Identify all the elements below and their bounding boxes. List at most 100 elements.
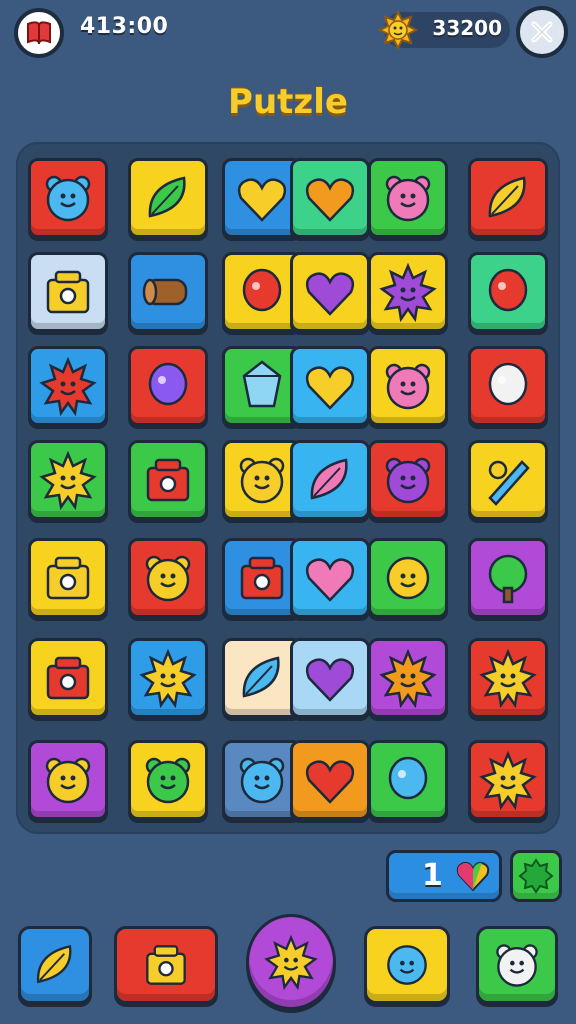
purple-bear-icon xyxy=(385,457,431,504)
board-tile[interactable] xyxy=(290,252,370,332)
red-gift-icon xyxy=(146,458,190,502)
sun-button[interactable] xyxy=(246,914,336,1010)
board-tile[interactable] xyxy=(128,740,208,820)
book-button[interactable] xyxy=(14,8,64,58)
board-tile[interactable] xyxy=(468,638,548,718)
purple-heart-icon xyxy=(305,658,355,702)
board-tile[interactable] xyxy=(128,538,208,618)
red-sun-face-icon xyxy=(39,356,97,416)
creature-button[interactable] xyxy=(476,926,558,1004)
board-tile[interactable] xyxy=(368,158,448,238)
board-tile[interactable] xyxy=(368,538,448,618)
orange-heart-icon xyxy=(305,178,355,222)
top-bar: 413:00 33200 xyxy=(0,0,576,64)
heart-count: 1 xyxy=(422,858,443,893)
rainbow-heart-icon xyxy=(456,861,490,892)
yellow-sun-face-icon xyxy=(139,648,197,708)
blue-face-icon xyxy=(387,945,427,985)
feather-button[interactable] xyxy=(18,926,92,1004)
blue-feather-icon xyxy=(242,656,280,698)
toy-house-icon xyxy=(46,556,90,600)
board-tile[interactable] xyxy=(290,538,370,618)
board-tile[interactable] xyxy=(468,158,548,238)
home-button[interactable] xyxy=(114,926,218,1004)
yellow-critter-icon xyxy=(239,457,285,504)
score-right: 33200 xyxy=(432,16,502,40)
wooden-log-icon xyxy=(142,278,188,306)
board-tile[interactable] xyxy=(290,158,370,238)
board-tile[interactable] xyxy=(368,440,448,520)
sun-face-icon xyxy=(264,934,318,990)
board-tile[interactable] xyxy=(290,740,370,820)
orange-sun-face-icon xyxy=(379,648,437,708)
red-box-icon xyxy=(46,656,90,700)
yellow-sun-face-icon xyxy=(479,750,537,810)
score-left: 413:00 xyxy=(80,14,169,39)
house-icon xyxy=(146,945,186,985)
board-tile[interactable] xyxy=(290,346,370,426)
green-gear-icon xyxy=(518,858,554,894)
blue-fuzzy-creature-icon xyxy=(45,175,91,222)
red-blob-eye-icon xyxy=(488,268,528,312)
blue-comet-icon xyxy=(388,756,428,800)
yellow-heart-icon xyxy=(305,366,355,410)
red-box-icon xyxy=(240,556,284,600)
board-tile[interactable] xyxy=(128,440,208,520)
board-tile[interactable] xyxy=(28,740,108,820)
pink-elephant-icon xyxy=(385,175,431,222)
board-tile[interactable] xyxy=(28,346,108,426)
white-creature-icon xyxy=(496,944,538,987)
pink-leaf-icon xyxy=(310,458,348,500)
board-tile[interactable] xyxy=(290,440,370,520)
blue-crystal-icon xyxy=(242,360,282,408)
green-tree-icon xyxy=(488,554,528,604)
board-tile[interactable] xyxy=(468,346,548,426)
green-bear-icon xyxy=(145,757,191,804)
board-tile[interactable] xyxy=(128,158,208,238)
camera-box-icon xyxy=(46,270,90,314)
face-button[interactable] xyxy=(364,926,450,1004)
pink-bear-icon xyxy=(385,363,431,410)
board-tile[interactable] xyxy=(128,638,208,718)
red-book-icon xyxy=(27,21,51,45)
yellow-smiley-icon xyxy=(386,556,430,600)
yellow-sun-face-icon xyxy=(479,648,537,708)
board-tile[interactable] xyxy=(368,252,448,332)
board-tile[interactable] xyxy=(290,638,370,718)
sun-wand-icon xyxy=(39,450,97,510)
board-tile[interactable] xyxy=(368,346,448,426)
purple-sun-face-icon xyxy=(379,262,437,322)
board-tile[interactable] xyxy=(28,158,108,238)
board-tile[interactable] xyxy=(28,440,108,520)
white-shell-icon xyxy=(488,362,528,406)
board-tile[interactable] xyxy=(28,538,108,618)
close-icon xyxy=(531,21,553,43)
gear-button[interactable] xyxy=(510,850,562,902)
board-tile[interactable] xyxy=(28,252,108,332)
blue-cat-icon xyxy=(239,757,285,804)
board-tile[interactable] xyxy=(128,346,208,426)
board-tile[interactable] xyxy=(468,538,548,618)
feather-star-icon xyxy=(37,944,72,984)
yellow-leaf-icon xyxy=(488,176,526,218)
rainbow-blob-icon xyxy=(148,362,188,406)
board-tile[interactable] xyxy=(468,440,548,520)
green-leaf-icon xyxy=(148,176,186,218)
red-balloon-icon xyxy=(242,268,282,312)
red-heart-icon xyxy=(305,760,355,804)
heart-check-icon xyxy=(237,178,287,222)
gold-sun-coin-icon xyxy=(378,10,418,50)
close-button[interactable] xyxy=(516,6,568,58)
board-tile[interactable] xyxy=(468,740,548,820)
board-tile[interactable] xyxy=(28,638,108,718)
board-tile[interactable] xyxy=(368,638,448,718)
board-tile[interactable] xyxy=(368,740,448,820)
yellow-bear-icon xyxy=(45,757,91,804)
purple-heart-icon xyxy=(305,272,355,316)
board-tile[interactable] xyxy=(468,252,548,332)
game-title: Putzle xyxy=(228,82,348,122)
game-board xyxy=(16,142,560,834)
blue-pencil-icon xyxy=(488,460,530,506)
board-tile[interactable] xyxy=(128,252,208,332)
bear-face-icon xyxy=(145,555,191,602)
